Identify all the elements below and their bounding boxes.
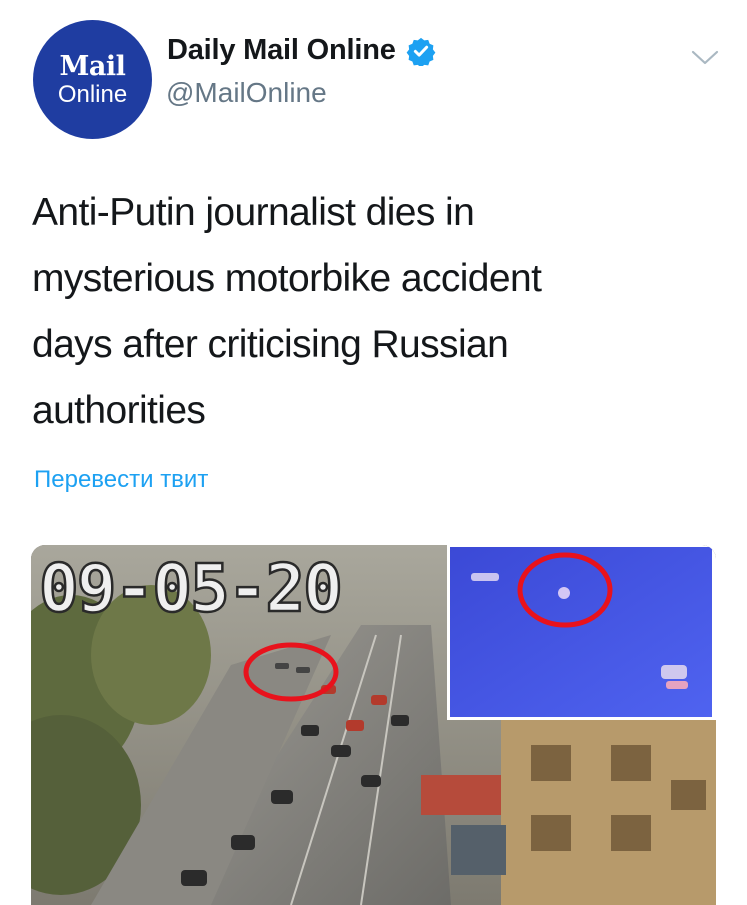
avatar-logo-online: Online: [57, 81, 128, 108]
avatar[interactable]: Mail Online: [33, 20, 152, 139]
cctv-timestamp-overlay: 09-05-20: [39, 550, 341, 627]
verified-badge-icon: [406, 37, 436, 66]
tweet-media-image[interactable]: 09-05-20: [31, 545, 716, 905]
tweet-text-line: mysterious motorbike accident: [32, 257, 542, 300]
chevron-down-icon[interactable]: [690, 46, 720, 68]
tweet-text: Anti-Putin journalist dies in mysterious…: [32, 180, 722, 444]
zoom-inset: [450, 547, 712, 717]
translate-tweet-link[interactable]: Перевести твит: [34, 466, 208, 494]
tweet-text-line: authorities: [32, 389, 206, 432]
author-name-row: Daily Mail Online: [167, 34, 436, 67]
tweet-text-line: days after criticising Russian: [32, 323, 509, 366]
tweet-card: Mail Online Daily Mail Online @MailOnlin…: [0, 0, 747, 905]
avatar-logo-mail: Mail: [59, 51, 126, 82]
author-display-name[interactable]: Daily Mail Online: [167, 34, 396, 67]
tweet-text-line: Anti-Putin journalist dies in: [32, 191, 475, 234]
author-handle[interactable]: @MailOnline: [166, 77, 327, 109]
cctv-still-image: 09-05-20: [31, 545, 716, 905]
